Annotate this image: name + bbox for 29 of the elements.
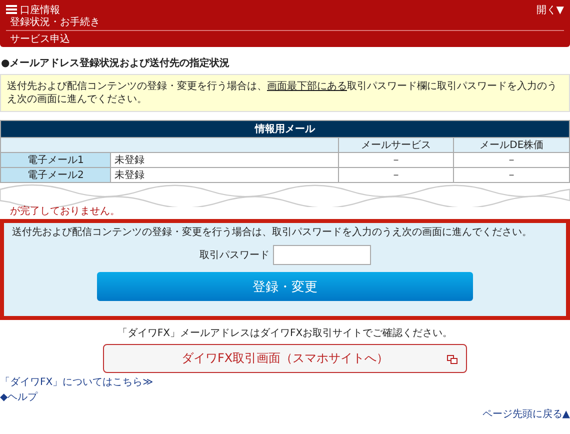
row-label: 電子メール2 [0,168,111,182]
table-cell: 未登録 [110,152,338,168]
section-title: ●メールアドレス登録状況および送付先の指定状況 [0,57,231,70]
instruction-text: 送付先および配信コンテンツの登録・変更を行う場合は、取引パスワードを入力のうえ次の画面に進んでください。 [12,226,533,239]
menu-icon[interactable] [6,5,17,14]
breadcrumb-link[interactable]: 登録状況・お手続き [10,17,100,28]
new-window-icon [447,355,458,364]
page-subtitle: サービス申込 [10,34,70,45]
open-toggle[interactable]: 開く▼ [536,2,564,16]
row-label: 電子メール1 [0,152,111,168]
warning-text: が完了しておりません。 [10,205,120,218]
table-cell: － [338,168,454,182]
fx-site-button[interactable]: ダイワFX取引画面（スマホサイトへ） [103,344,467,373]
password-label: 取引パスワード [200,249,270,262]
table-cell: － [338,152,454,168]
bottom-link[interactable]: 画面最下部にある [267,81,347,92]
column-header: メールDE株価 [454,138,570,152]
table-cell: 未登録 [110,168,338,182]
text-link[interactable]: 「ダイワFX」についてはこちら≫ [0,377,154,388]
table-cell: － [454,168,570,182]
notice-text: 送付先および配信コンテンツの登録・変更を行う場合は、画面最下部にある取引パスワード欄に取引パスワードを入力のうえ次の画面に進んでください。 [0,74,570,112]
fx-note: 「ダイワFX」メールアドレスはダイワFXお取引サイトでご確認ください。 [116,327,454,340]
table-cell: － [454,152,570,168]
text-link[interactable]: ◆ヘルプ [0,392,38,403]
page-top-link[interactable]: ページ先頭に戻る▲ [482,409,570,420]
password-field[interactable] [272,245,370,265]
header-title: 口座情報 [20,4,60,16]
column-header: メールサービス [338,138,454,152]
table-title: 情報用メール [0,120,570,138]
